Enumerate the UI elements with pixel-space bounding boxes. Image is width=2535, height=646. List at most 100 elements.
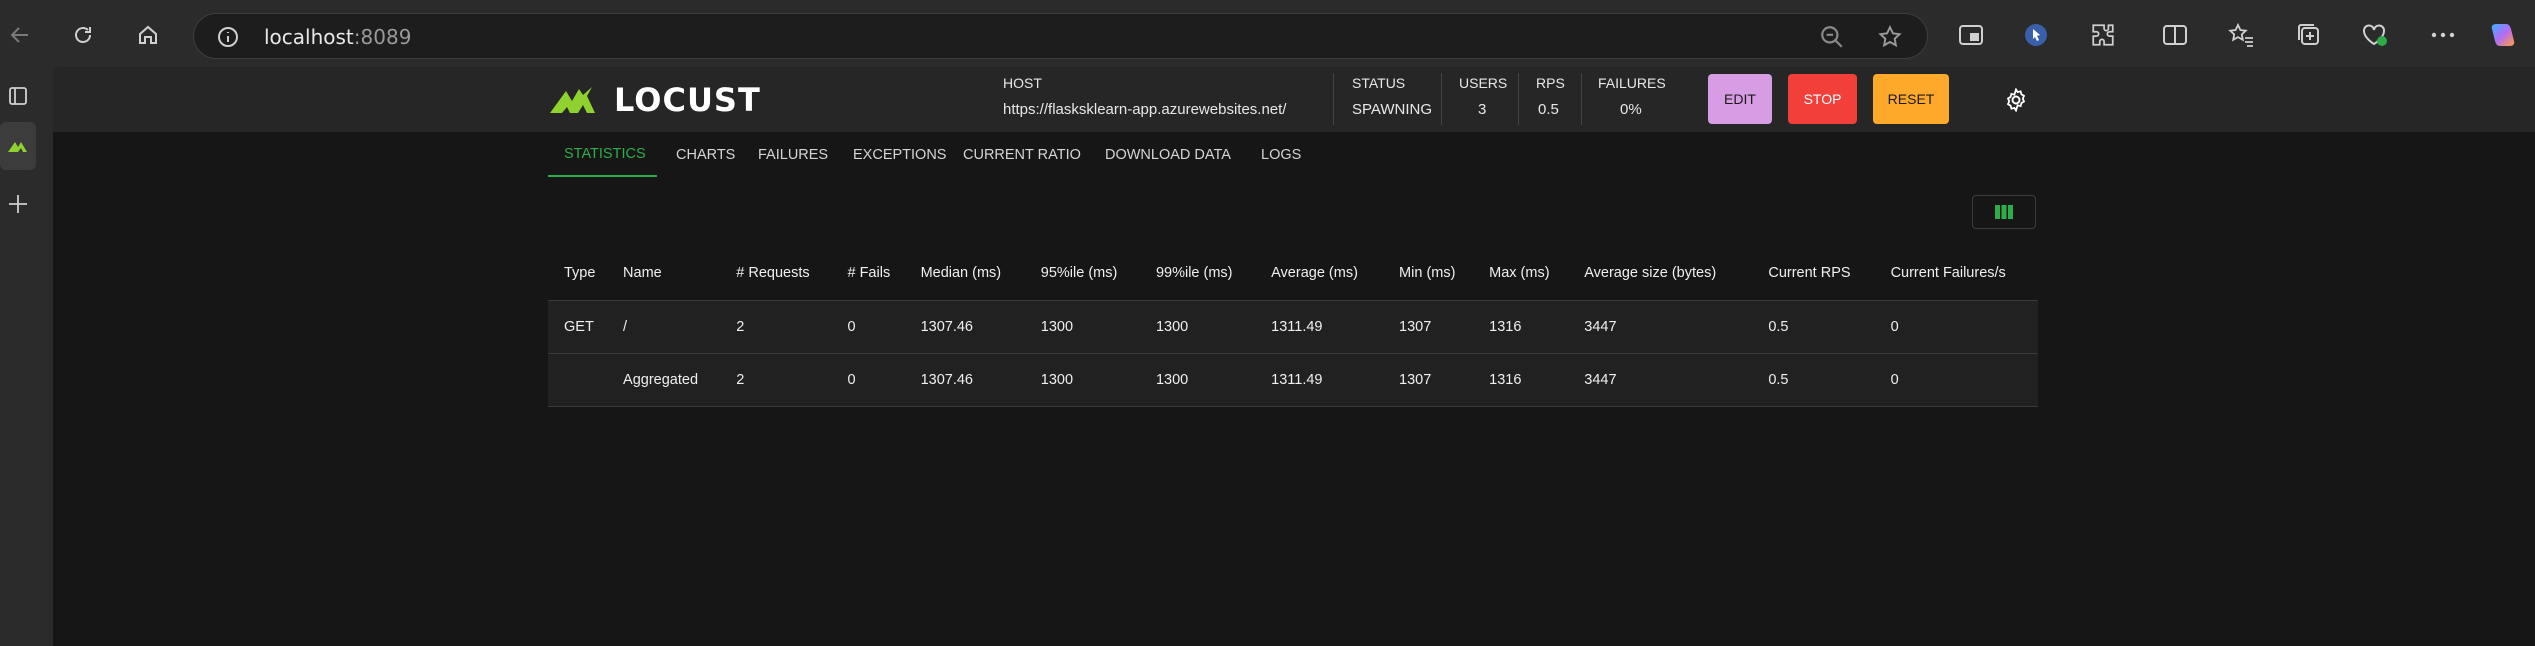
status-value: SPAWNING [1352,101,1433,118]
address-bar[interactable]: localhost:8089 [193,13,1928,59]
cell: 0 [847,318,856,335]
collections-icon[interactable] [2290,16,2328,54]
tab-failures[interactable]: FAILURES [758,132,828,177]
plus-icon [9,195,27,213]
locust-header: LOCUST HOST https://flasksklearn-app.azu… [53,67,2535,132]
address-url[interactable]: localhost:8089 [264,25,411,49]
failures-stat: FAILURES 0% [1598,75,1666,125]
col-min[interactable]: Min (ms) [1383,247,1473,300]
settings-button[interactable] [2001,85,2031,115]
host-label: HOST [1003,75,1042,91]
status-stat: STATUS SPAWNING [1352,75,1432,125]
users-value: 3 [1478,101,1487,118]
split-view-icon[interactable] [2156,16,2194,54]
statistics-table: Type Name # Requests # Fails Median (ms)… [548,247,2038,407]
split-screen-icon[interactable] [1952,16,1990,54]
col-name[interactable]: Name [607,247,720,300]
status-label: STATUS [1352,75,1406,91]
reset-button[interactable]: RESET [1873,74,1949,124]
cell [548,353,607,406]
rps-stat: RPS 0.5 [1536,75,1565,125]
home-icon [139,25,157,44]
divider [1581,73,1582,125]
divider [1518,73,1519,125]
cell: 0.5 [1768,371,1789,388]
zoom-out-icon[interactable] [1819,24,1845,55]
cell: 2 [736,318,745,335]
tab-charts[interactable]: CHARTS [676,132,735,177]
browser-essentials-icon[interactable] [2356,16,2394,54]
cell: 0 [1890,371,1899,388]
failures-value: 0% [1620,101,1642,118]
col-median[interactable]: Median (ms) [905,247,1025,300]
rps-label: RPS [1536,75,1565,91]
info-icon[interactable] [216,25,240,54]
cell: 0 [847,371,856,388]
col-max[interactable]: Max (ms) [1473,247,1568,300]
divider [1333,73,1334,125]
cell: 1307.46 [920,371,973,388]
star-icon[interactable] [1877,24,1903,55]
logo-text: LOCUST [614,81,761,119]
locust-logo-icon [550,87,595,113]
edit-button[interactable]: EDIT [1708,74,1772,124]
col-average[interactable]: Average (ms) [1255,247,1383,300]
col-fails[interactable]: # Fails [831,247,904,300]
favorites-icon[interactable] [2222,16,2260,54]
browser-toolbar: localhost:8089 [0,0,2535,70]
extension-cursor-icon[interactable] [2017,16,2055,54]
refresh-icon [75,27,91,43]
divider [1441,73,1442,125]
back-button[interactable] [0,15,40,55]
tab-current-ratio[interactable]: CURRENT RATIO [963,132,1081,177]
cell: 1311.49 [1271,318,1323,335]
tab-download-data[interactable]: DOWNLOAD DATA [1105,132,1231,177]
cell: 3447 [1584,318,1617,335]
failures-label: FAILURES [1598,75,1666,91]
cell: 1307.46 [920,318,973,335]
col-avg-size[interactable]: Average size (bytes) [1568,247,1752,300]
cell: 3447 [1584,371,1617,388]
cell: 1307 [1399,371,1432,388]
tab-logs[interactable]: LOGS [1261,132,1301,177]
gear-icon [2006,88,2026,112]
cell: 1311.49 [1271,371,1323,388]
cell: GET [564,318,594,335]
host-value: https://flasksklearn-app.azurewebsites.n… [1003,101,1287,118]
address-host: localhost [264,25,354,49]
home-button[interactable] [128,15,168,55]
page-viewport: LOCUST HOST https://flasksklearn-app.azu… [53,67,2535,646]
tab-actions-icon[interactable] [0,72,36,120]
users-stat: USERS 3 [1459,75,1507,125]
col-type[interactable]: Type [548,247,607,300]
cell: 1307 [1399,318,1432,335]
cell: 1300 [1155,371,1189,388]
column-selector-button[interactable] [1972,195,2036,229]
table-header-row: Type Name # Requests # Fails Median (ms)… [548,247,2038,300]
rps-value: 0.5 [1538,101,1559,118]
locust-logo[interactable]: LOCUST [548,81,761,119]
cell: Aggregated [623,371,699,388]
col-current-rps[interactable]: Current RPS [1752,247,1874,300]
stop-button[interactable]: STOP [1788,74,1857,124]
host-stat: HOST https://flasksklearn-app.azurewebsi… [1003,75,1286,125]
copilot-icon[interactable] [2484,16,2522,54]
locust-tab[interactable] [0,122,36,170]
users-label: USERS [1459,75,1508,91]
locust-favicon-icon [8,142,27,152]
cell: 1316 [1489,318,1522,335]
col-99ile[interactable]: 99%ile (ms) [1140,247,1255,300]
tab-statistics[interactable]: STATISTICS [548,132,657,177]
col-requests[interactable]: # Requests [720,247,831,300]
cell: 0.5 [1768,318,1789,335]
refresh-button[interactable] [63,15,103,55]
address-port: :8089 [353,25,412,49]
extensions-icon[interactable] [2084,16,2122,54]
more-menu-icon[interactable] [2424,16,2462,54]
col-current-failures[interactable]: Current Failures/s [1875,247,2038,300]
cell: 0 [1890,318,1899,335]
cell: 1300 [1155,318,1189,335]
tab-exceptions[interactable]: EXCEPTIONS [853,132,946,177]
new-tab-button[interactable] [0,180,36,228]
col-95ile[interactable]: 95%ile (ms) [1025,247,1140,300]
